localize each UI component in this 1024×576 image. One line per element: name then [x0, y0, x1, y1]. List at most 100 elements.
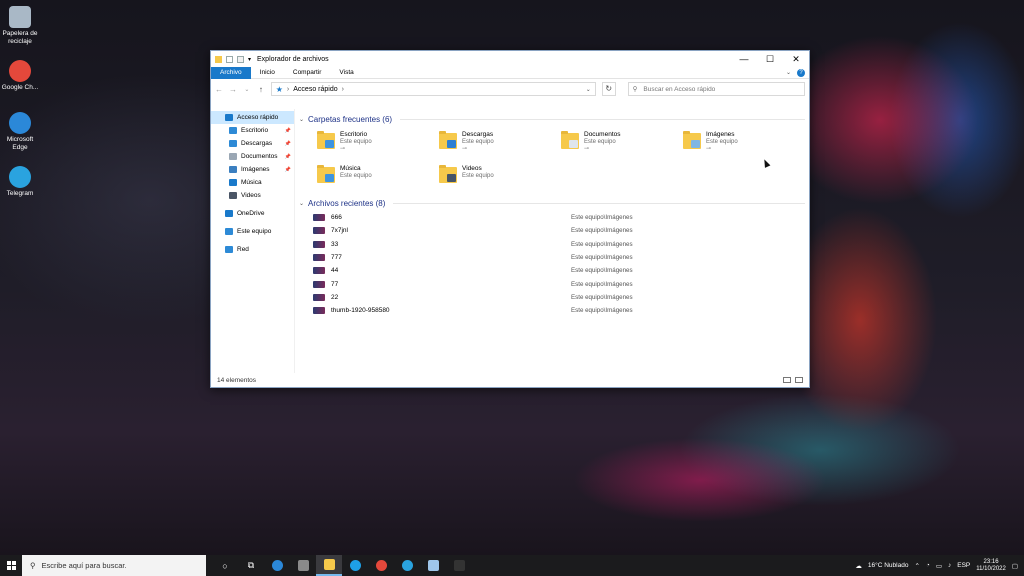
sidebar-item[interactable]: Documentos 📌 [211, 150, 294, 163]
frequent-folders-grid: Escritorio Este equipo ⊸ Descargas Este equi… [299, 127, 805, 195]
desktop-shortcut[interactable]: Telegram [0, 166, 40, 198]
sidebar-item[interactable]: Música [211, 176, 294, 189]
customize-toolbar-icon[interactable]: ▾ [248, 56, 251, 63]
sidebar-item[interactable]: Acceso rápido [211, 111, 294, 124]
chrome-taskbar-button[interactable] [368, 555, 394, 576]
sidebar-item[interactable]: Red [211, 243, 294, 256]
music-icon [229, 179, 237, 186]
image-thumbnail-icon [313, 214, 325, 222]
file-explorer-window: ▾ Explorador de archivos — ☐ ✕ Archivo I… [210, 50, 810, 388]
folder-badge-icon [447, 174, 456, 182]
expand-ribbon-icon[interactable]: ⌄ [786, 69, 791, 76]
sidebar-item-label: Música [241, 179, 262, 186]
recent-file-row[interactable]: 666 Este equipo\Imágenes [313, 211, 805, 224]
recent-file-row[interactable]: thumb-1920-958580 Este equipo\Imágenes [313, 304, 805, 317]
new-folder-icon[interactable] [237, 55, 244, 63]
language-indicator[interactable]: ESP [957, 562, 970, 569]
desktop-icon [229, 127, 237, 134]
address-bar[interactable]: ★ › Acceso rápido › ⌄ [270, 82, 596, 96]
folder-tile[interactable]: Escritorio Este equipo ⊸ [317, 127, 439, 161]
help-icon[interactable]: ? [797, 68, 805, 77]
taskbar-search-placeholder: Escribe aquí para buscar. [41, 561, 127, 570]
notifications-icon[interactable]: ▢ [1012, 562, 1018, 570]
notepad-taskbar-button[interactable] [420, 555, 446, 576]
cloud-icon: ☁ [855, 562, 862, 570]
up-arrow-icon[interactable]: ↑ [257, 85, 265, 94]
pin-icon: ⊸ [462, 146, 468, 152]
folder-tile[interactable]: Música Este equipo [317, 161, 439, 195]
search-box[interactable]: ⚲ Buscar en Acceso rápido [627, 82, 805, 96]
weather-widget[interactable]: 16°C Nublado [868, 562, 909, 569]
address-dropdown-icon[interactable]: ⌄ [586, 86, 591, 93]
recent-file-row[interactable]: 7x7jnl Este equipo\Imágenes [313, 224, 805, 237]
recent-file-row[interactable]: 22 Este equipo\Imágenes [313, 291, 805, 304]
terminal-taskbar-button[interactable] [446, 555, 472, 576]
recent-file-row[interactable]: 44 Este equipo\Imágenes [313, 264, 805, 277]
folder-badge-icon [569, 140, 578, 148]
sidebar-item[interactable]: Videos [211, 189, 294, 202]
folder-tile[interactable]: Videos Este equipo [439, 161, 561, 195]
tab-compartir[interactable]: Compartir [284, 67, 331, 79]
chevron-down-icon[interactable]: ⌄ [299, 200, 304, 207]
sidebar-item[interactable]: Escritorio 📌 [211, 124, 294, 137]
telegram-taskbar-button[interactable] [394, 555, 420, 576]
title-bar[interactable]: ▾ Explorador de archivos — ☐ ✕ [211, 51, 809, 67]
sidebar-item[interactable]: Este equipo [211, 225, 294, 238]
recent-locations-icon[interactable]: ⌄ [243, 86, 251, 93]
recent-file-row[interactable]: 33 Este equipo\Imágenes [313, 238, 805, 251]
desktop-shortcut-label: Google Ch... [1, 84, 39, 91]
sidebar-item-label: Red [237, 246, 249, 253]
taskbar-search-box[interactable]: ⚲ Escribe aquí para buscar. [22, 555, 206, 576]
close-button[interactable]: ✕ [783, 51, 809, 67]
details-view-icon[interactable] [783, 377, 791, 383]
start-button[interactable] [0, 555, 22, 576]
calculator-icon [297, 560, 309, 571]
frequent-folders-header[interactable]: ⌄ Carpetas frecuentes (6) [299, 113, 805, 125]
wifi-icon[interactable]: ◔ [926, 562, 930, 569]
desktop-shortcut[interactable]: Microsoft Edge [0, 112, 40, 152]
recent-files-header[interactable]: ⌄ Archivos recientes (8) [299, 197, 805, 209]
recent-file-row[interactable]: 777 Este equipo\Imágenes [313, 251, 805, 264]
computer-icon [225, 228, 233, 235]
recent-file-row[interactable]: 77 Este equipo\Imágenes [313, 277, 805, 290]
sidebar-item[interactable]: Descargas 📌 [211, 137, 294, 150]
minimize-button[interactable]: — [731, 51, 757, 67]
folder-badge-icon [691, 140, 700, 148]
desktop-shortcut[interactable]: Google Ch... [0, 60, 40, 92]
folder-tile[interactable]: Documentos Este equipo ⊸ [561, 127, 683, 161]
clock[interactable]: 23:16 11/10/2022 [976, 559, 1006, 573]
desktop-shortcut[interactable]: Papelera de reciclaje [0, 6, 40, 46]
properties-icon[interactable] [226, 55, 233, 63]
clock-date: 11/10/2022 [976, 565, 1006, 572]
tab-inicio[interactable]: Inicio [251, 67, 284, 79]
file-explorer-taskbar-button[interactable] [316, 555, 342, 576]
refresh-button[interactable]: ↻ [601, 82, 616, 96]
large-icons-view-icon[interactable] [795, 377, 803, 383]
back-arrow-icon[interactable]: ← [215, 85, 223, 94]
tab-archivo[interactable]: Archivo [211, 66, 251, 79]
file-explorer-icon [323, 559, 335, 570]
notepad-icon [427, 560, 439, 571]
image-thumbnail-icon [313, 267, 325, 275]
battery-icon[interactable]: ▭ [936, 562, 942, 570]
sidebar-item[interactable]: OneDrive [211, 207, 294, 220]
task-view-taskbar-button[interactable]: ⧉ [238, 555, 264, 576]
folder-tile[interactable]: Imágenes Este equipo ⊸ [683, 127, 805, 161]
recent-file-path: Este equipo\Imágenes [571, 267, 633, 275]
maximize-button[interactable]: ☐ [757, 51, 783, 67]
chevron-down-icon[interactable]: ⌄ [299, 116, 304, 123]
folder-location: Este equipo [340, 173, 372, 179]
sidebar-item[interactable]: Imágenes 📌 [211, 163, 294, 176]
volume-icon[interactable]: ♪ [948, 562, 951, 569]
forward-arrow-icon[interactable]: → [229, 85, 237, 94]
folder-tile[interactable]: Descargas Este equipo ⊸ [439, 127, 561, 161]
cortana-taskbar-button[interactable]: ○ [212, 555, 238, 576]
frequent-folders-title: Carpetas frecuentes (6) [308, 114, 393, 124]
tab-vista[interactable]: Vista [330, 67, 362, 79]
network-icon[interactable]: ⌃ [914, 562, 919, 570]
window-title: Explorador de archivos [257, 55, 329, 63]
skype-taskbar-button[interactable] [342, 555, 368, 576]
edge-taskbar-button[interactable] [264, 555, 290, 576]
calculator-taskbar-button[interactable] [290, 555, 316, 576]
address-text[interactable]: Acceso rápido [293, 86, 337, 93]
